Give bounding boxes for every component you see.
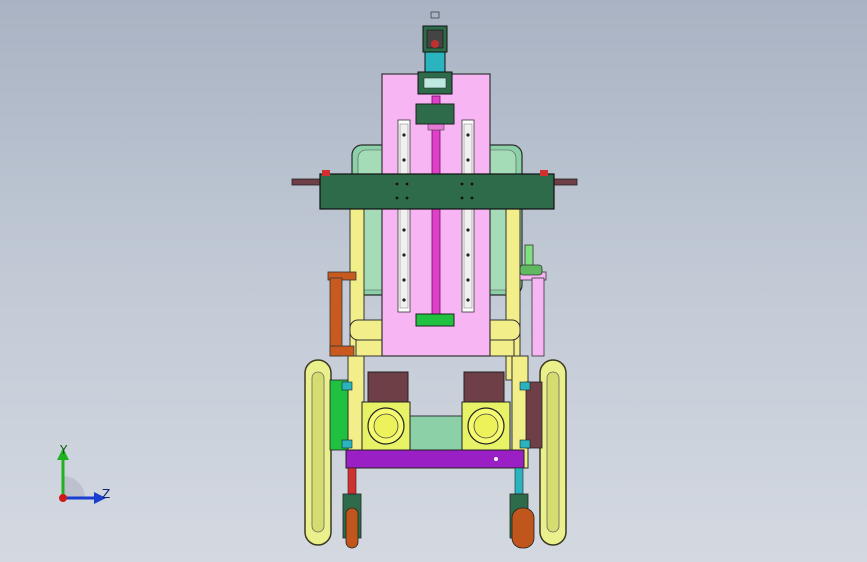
right-pink-bracket[interactable]: [519, 271, 547, 357]
left-gear-housing[interactable]: [367, 371, 409, 405]
cad-viewport[interactable]: Y Z: [0, 0, 867, 562]
left-gearbox[interactable]: [361, 401, 411, 451]
top-lift-motor[interactable]: [417, 11, 453, 95]
right-drive-wheel[interactable]: [539, 359, 567, 546]
screw-nut-block[interactable]: [415, 313, 455, 327]
right-caster[interactable]: [509, 467, 535, 549]
triad-plane: [63, 476, 85, 498]
sensor-knob[interactable]: [519, 244, 543, 276]
z-axis-label: Z: [102, 487, 110, 501]
base-plate-bolt: [494, 457, 498, 461]
left-drive-wheel[interactable]: [304, 359, 332, 546]
right-gearbox[interactable]: [461, 401, 511, 451]
top-bearing-block[interactable]: [415, 103, 455, 125]
robot-assembly-model[interactable]: [0, 0, 867, 562]
x-axis-dot: [59, 494, 67, 502]
right-gear-housing[interactable]: [463, 371, 505, 405]
left-caster[interactable]: [342, 467, 362, 549]
green-crossbar[interactable]: [291, 170, 578, 210]
y-axis-label: Y: [59, 443, 68, 457]
lower-battery[interactable]: [404, 415, 470, 451]
orientation-triad[interactable]: Y Z: [44, 440, 124, 520]
